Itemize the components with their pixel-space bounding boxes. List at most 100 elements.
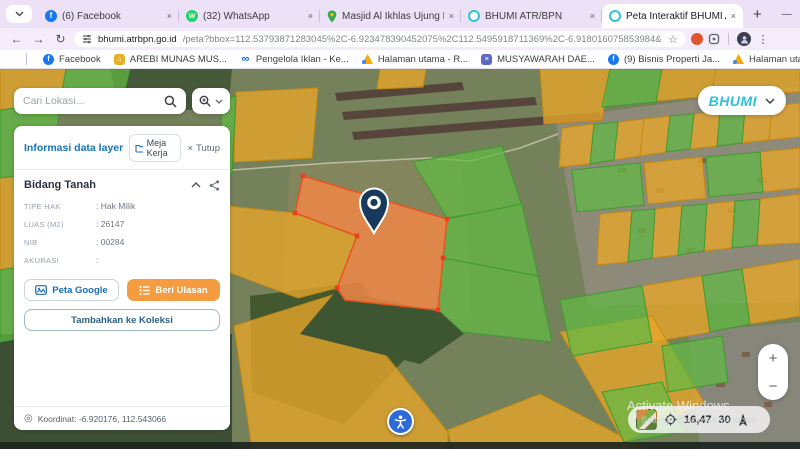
meja-kerja-label: Meja Kerja [147,138,176,158]
close-panel-button[interactable]: × Tutup [187,143,220,154]
site-settings-icon[interactable] [82,34,92,44]
field-value: : 00284 [96,237,124,247]
beri-ulasan-label: Beri Ulasan [155,285,207,296]
address-bar[interactable]: bhumi.atrbpn.go.id /peta?bbox=112.537938… [74,31,686,47]
bookmark-halaman-utama-2[interactable]: Halaman utama - R... [733,54,800,65]
field-tipe-hak: TIPE HAK : Hak Milik [14,197,230,215]
tambahkan-label: Tambahkan ke Koleksi [71,315,173,326]
tab-close-icon[interactable]: × [167,11,172,21]
back-button[interactable]: ← [8,32,25,46]
tab-maps[interactable]: Masjid Al Ikhlas Ujung Pangi × [320,4,461,28]
tambahkan-ke-koleksi-button[interactable]: Tambahkan ke Koleksi [24,309,220,331]
tab-close-icon[interactable]: × [590,11,595,21]
maps-pin-favicon [327,10,337,23]
minimize-button[interactable]: — [772,9,800,20]
tab-label: Masjid Al Ikhlas Ujung Pangi [342,11,444,22]
share-icon[interactable] [209,180,220,191]
facebook-icon [608,54,619,65]
compass-north-icon[interactable] [738,413,748,427]
accessibility-person-icon [392,413,409,430]
field-label: TIPE HAK [24,202,96,211]
location-search-card [14,88,186,114]
chevron-down-icon [215,99,223,104]
bookmark-label: Pengelola Iklan - Ke... [256,54,349,65]
search-input[interactable] [23,95,158,107]
tab-close-icon[interactable]: × [308,11,313,21]
search-icon[interactable] [164,95,177,108]
zoom-level-readout: 16,47 [684,414,712,426]
review-list-icon [139,285,150,296]
map-viewport: Informasi data layer Meja Kerja × Tutup … [0,69,800,449]
browser-toolbar: ← → ↻ bhumi.atrbpn.go.id /peta?bbox=112.… [0,28,800,50]
bookmark-star-icon[interactable]: ☆ [668,33,678,46]
url-path: /peta?bbox=112.53793871283045%2C-6.92347… [183,34,662,45]
bookmark-facebook[interactable]: Facebook [43,54,101,65]
zoom-out-button[interactable]: − [769,379,778,394]
extensions-puzzle-icon[interactable] [708,33,720,45]
bookmark-halaman-utama-1[interactable]: Halaman utama - R... [362,54,468,65]
tab-close-icon[interactable]: × [731,11,736,21]
tab-search-button[interactable] [6,5,32,23]
tab-bhumi-home[interactable]: BHUMI ATR/BPN × [461,4,602,28]
tab-facebook[interactable]: (6) Facebook × [38,4,179,28]
bhumi-favicon [468,10,480,22]
folder-icon [135,144,142,153]
tab-close-icon[interactable]: × [449,11,454,21]
field-luas: LUAS (M2) : 26147 [14,215,230,233]
new-tab-button[interactable]: + [753,6,762,23]
bookmark-label: Halaman utama - R... [749,54,800,65]
tab-label: BHUMI ATR/BPN [485,11,585,22]
bookmark-label: Facebook [59,54,101,65]
person-icon [740,35,749,44]
basemap-thumbnail[interactable] [636,409,657,430]
chevron-down-icon [765,98,775,104]
close-icon: × [187,143,193,154]
document-icon [481,54,492,65]
layer-info-panel: Informasi data layer Meja Kerja × Tutup … [14,126,230,430]
chevron-down-icon [15,11,24,17]
field-label: LUAS (M2) [24,220,96,229]
bookmark-musyawarah[interactable]: MUSYAWARAH DAE... [481,54,595,65]
tab-label: (6) Facebook [62,11,162,22]
accessibility-button[interactable] [387,408,414,435]
bookmark-label: Halaman utama - R... [378,54,468,65]
map-status-bar: 16,47 30 [628,406,770,433]
tab-whatsapp[interactable]: (32) WhatsApp × [179,4,320,28]
bookmark-label: MUSYAWARAH DAE... [497,54,595,65]
field-label: NIB [24,238,96,247]
browser-menu-icon[interactable]: ⋮ [756,33,770,46]
extension-icon[interactable] [691,33,703,45]
peta-google-button[interactable]: Peta Google [24,279,119,301]
bhumi-favicon [609,10,621,22]
field-value: : [96,255,98,265]
screen: (6) Facebook × (32) WhatsApp × Masjid Al… [0,0,800,449]
whatsapp-favicon [186,10,198,22]
bookmark-bisnis-properti[interactable]: (9) Bisnis Properti Ja... [608,54,720,65]
zoom-in-button[interactable]: + [769,351,778,366]
tab-peta-interaktif-active[interactable]: Peta Interaktif BHUMI ATR/B × [602,4,743,28]
collapse-chevron-up-icon[interactable] [191,182,201,188]
bookmark-label: (9) Bisnis Properti Ja... [624,54,720,65]
bearing-readout: 30 [719,414,731,426]
field-value: : Hak Milik [96,201,135,211]
divider [26,53,27,65]
meja-kerja-button[interactable]: Meja Kerja [129,134,181,162]
meta-icon [240,54,251,65]
profile-avatar[interactable] [737,32,751,46]
field-value: : 26147 [96,219,124,229]
bookmark-arebi[interactable]: AREBI MUNAS MUS... [114,54,227,65]
zoom-area-search-icon [199,95,211,107]
bhumi-brand-menu[interactable]: BHUMI [698,86,786,115]
image-icon [35,285,47,295]
tab-label: Peta Interaktif BHUMI ATR/B [626,11,726,22]
browser-tab-strip: (6) Facebook × (32) WhatsApp × Masjid Al… [0,0,800,28]
reload-button[interactable]: ↻ [52,32,69,46]
field-akurasi: AKURASI : [14,251,230,269]
advanced-search-button[interactable] [192,88,230,114]
forward-button[interactable]: → [30,32,47,46]
bookmark-pengelola-iklan[interactable]: Pengelola Iklan - Ke... [240,54,349,65]
beri-ulasan-button[interactable]: Beri Ulasan [127,279,220,301]
arebi-icon [114,54,125,65]
crosshair-locate-icon[interactable] [664,413,677,426]
map-zoom-control: + − [758,344,788,400]
